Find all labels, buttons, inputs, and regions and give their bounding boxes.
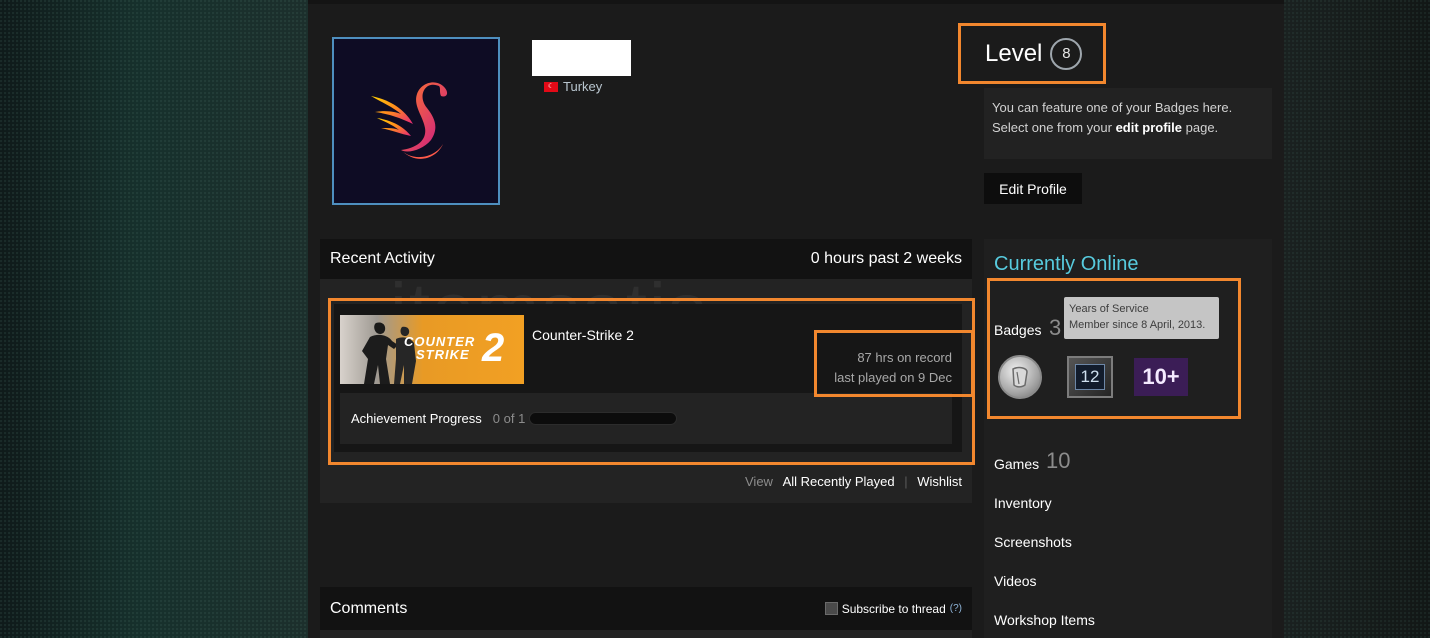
swan-logo-icon (371, 82, 448, 159)
highlight-playtime (814, 330, 974, 397)
feature-text-prefix: Select one from your (992, 120, 1116, 135)
inventory-link[interactable]: Inventory (994, 495, 1052, 511)
activity-links: View All Recently Played | Wishlist (320, 474, 962, 489)
profile-avatar[interactable] (332, 37, 500, 205)
videos-link[interactable]: Videos (994, 573, 1037, 589)
workshop-items-link[interactable]: Workshop Items (994, 612, 1095, 628)
turkey-flag-icon: ☾ (544, 81, 558, 92)
featured-badge-placeholder: You can feature one of your Badges here.… (984, 88, 1272, 159)
comments-header: Comments Subscribe to thread (?) (320, 587, 972, 630)
page-background-left (0, 0, 308, 638)
profile-location: ☾ Turkey (544, 79, 602, 94)
games-link[interactable]: Games (994, 456, 1039, 472)
recent-playtime: 0 hours past 2 weeks (810, 250, 962, 267)
comments-title: Comments (330, 599, 408, 617)
profile-level: Level 8 (958, 23, 1106, 84)
page-background-right (1284, 0, 1430, 638)
level-label: Level (985, 39, 1043, 67)
profile-name-redacted (532, 40, 631, 76)
online-status: Currently Online (994, 253, 1139, 275)
recent-activity-title: Recent Activity (330, 250, 435, 267)
all-recently-played-link[interactable]: All Recently Played (783, 474, 895, 489)
country-label: Turkey (563, 79, 603, 94)
screenshots-link[interactable]: Screenshots (994, 534, 1072, 550)
edit-profile-button[interactable]: Edit Profile (984, 173, 1082, 204)
wishlist-link[interactable]: Wishlist (917, 474, 962, 489)
link-separator: | (904, 474, 908, 489)
subscribe-label[interactable]: Subscribe to thread (842, 602, 946, 616)
feature-text-line1: You can feature one of your Badges here. (992, 100, 1233, 115)
subscribe-checkbox[interactable] (824, 602, 838, 615)
games-count: 10 (1046, 448, 1071, 473)
edit-profile-link[interactable]: edit profile (1116, 120, 1182, 135)
feature-text-line2: Select one from your edit profile page. (992, 118, 1264, 138)
subscribe-control[interactable]: Subscribe to thread (?) (824, 602, 962, 616)
help-link[interactable]: (?) (950, 603, 962, 614)
view-label: View (745, 474, 773, 489)
comments-panel (320, 630, 972, 638)
recent-activity-header: Recent Activity 0 hours past 2 weeks (320, 239, 972, 279)
level-badge: 8 (1050, 37, 1083, 70)
feature-text-suffix: page. (1182, 120, 1219, 135)
highlight-badges (987, 278, 1241, 419)
